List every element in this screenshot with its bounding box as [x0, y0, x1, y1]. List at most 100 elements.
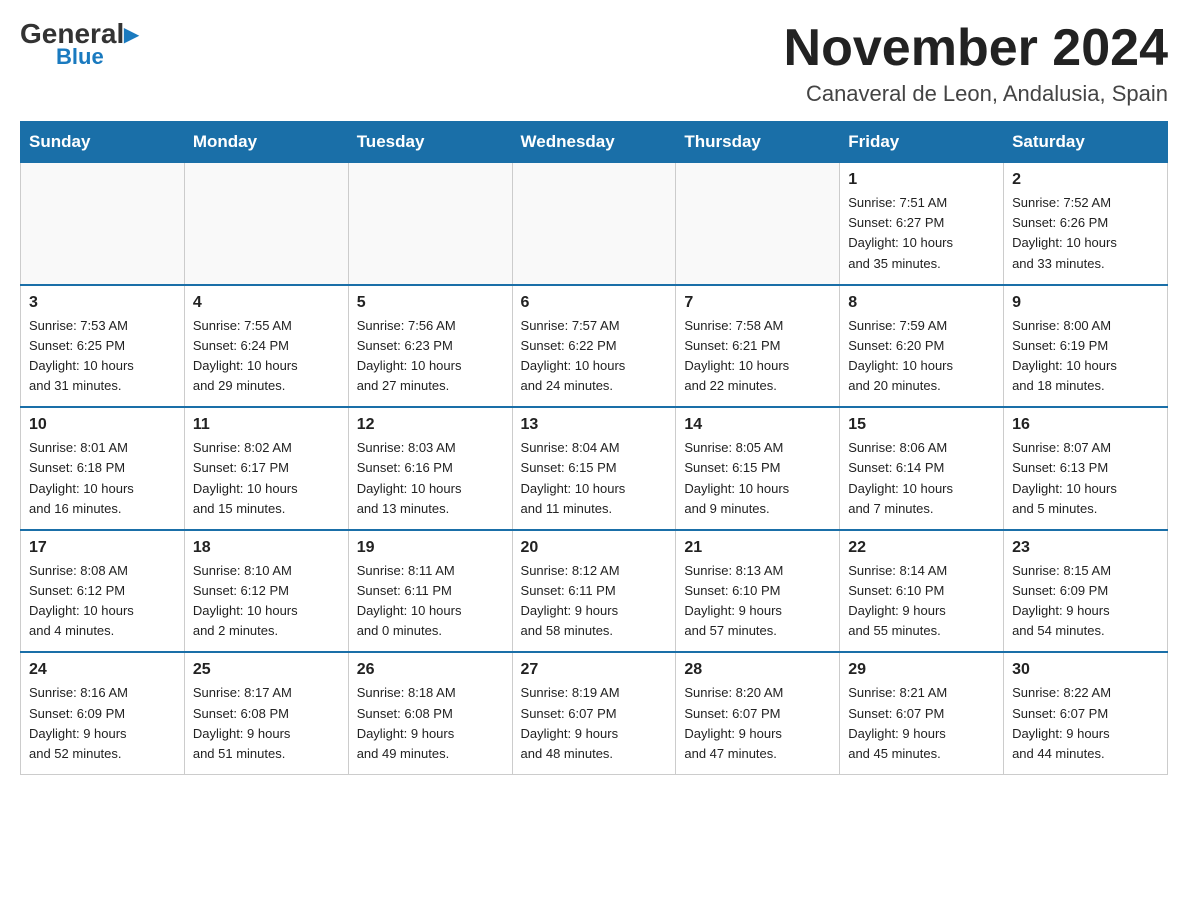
page-header: General▸ Blue November 2024 Canaveral de…	[20, 20, 1168, 107]
day-number: 7	[684, 294, 831, 312]
calendar-cell: 5Sunrise: 7:56 AMSunset: 6:23 PMDaylight…	[348, 285, 512, 408]
calendar-cell: 16 Sunrise: 8:07 AMSunset: 6:13 PMDayligh…	[1004, 407, 1168, 530]
day-number: 25	[193, 661, 340, 679]
day-number: 17	[29, 539, 176, 557]
day-of-week-header: Sunday	[21, 122, 185, 163]
calendar-cell	[676, 163, 840, 285]
day-number: 26	[357, 661, 504, 679]
calendar-cell: 28 Sunrise: 8:20 AMSunset: 6:07 PMDayligh…	[676, 652, 840, 774]
days-of-week-row: SundayMondayTuesdayWednesdayThursdayFrid…	[21, 122, 1168, 163]
day-info: Sunrise: 7:56 AMSunset: 6:23 PMDaylight:…	[357, 316, 504, 397]
calendar-cell: 12 Sunrise: 8:03 AMSunset: 6:16 PMDayligh…	[348, 407, 512, 530]
calendar-body: 1Sunrise: 7:51 AMSunset: 6:27 PMDaylight…	[21, 163, 1168, 775]
calendar-cell: 14 Sunrise: 8:05 AMSunset: 6:15 PMDayligh…	[676, 407, 840, 530]
day-info: Sunrise: 8:04 AMSunset: 6:15 PMDaylight:…	[521, 438, 668, 519]
calendar-header: SundayMondayTuesdayWednesdayThursdayFrid…	[21, 122, 1168, 163]
calendar-cell: 6 Sunrise: 7:57 AMSunset: 6:22 PMDaylight…	[512, 285, 676, 408]
day-of-week-header: Tuesday	[348, 122, 512, 163]
day-number: 8	[848, 294, 995, 312]
calendar-cell: 10Sunrise: 8:01 AMSunset: 6:18 PMDayligh…	[21, 407, 185, 530]
calendar-cell: 24 Sunrise: 8:16 AMSunset: 6:09 PMDayligh…	[21, 652, 185, 774]
day-info: Sunrise: 8:07 AMSunset: 6:13 PMDaylight:…	[1012, 438, 1159, 519]
calendar-cell	[348, 163, 512, 285]
day-info: Sunrise: 8:13 AMSunset: 6:10 PMDaylight:…	[684, 561, 831, 642]
calendar-week-row: 10Sunrise: 8:01 AMSunset: 6:18 PMDayligh…	[21, 407, 1168, 530]
calendar-cell: 22 Sunrise: 8:14 AMSunset: 6:10 PMDayligh…	[840, 530, 1004, 653]
day-number: 10	[29, 416, 176, 434]
day-number: 9	[1012, 294, 1159, 312]
day-of-week-header: Thursday	[676, 122, 840, 163]
calendar-cell: 2 Sunrise: 7:52 AMSunset: 6:26 PMDaylight…	[1004, 163, 1168, 285]
day-info: Sunrise: 8:05 AMSunset: 6:15 PMDaylight:…	[684, 438, 831, 519]
day-info: Sunrise: 7:51 AMSunset: 6:27 PMDaylight:…	[848, 193, 995, 274]
calendar-cell: 4 Sunrise: 7:55 AMSunset: 6:24 PMDaylight…	[184, 285, 348, 408]
day-number: 19	[357, 539, 504, 557]
calendar-week-row: 1Sunrise: 7:51 AMSunset: 6:27 PMDaylight…	[21, 163, 1168, 285]
day-number: 28	[684, 661, 831, 679]
calendar-table: SundayMondayTuesdayWednesdayThursdayFrid…	[20, 121, 1168, 775]
title-block: November 2024 Canaveral de Leon, Andalus…	[784, 20, 1168, 107]
day-of-week-header: Friday	[840, 122, 1004, 163]
day-number: 29	[848, 661, 995, 679]
day-info: Sunrise: 8:11 AMSunset: 6:11 PMDaylight:…	[357, 561, 504, 642]
day-info: Sunrise: 8:19 AMSunset: 6:07 PMDaylight:…	[521, 683, 668, 764]
day-number: 21	[684, 539, 831, 557]
day-info: Sunrise: 8:21 AMSunset: 6:07 PMDaylight:…	[848, 683, 995, 764]
day-number: 16	[1012, 416, 1159, 434]
day-number: 24	[29, 661, 176, 679]
calendar-cell: 3 Sunrise: 7:53 AMSunset: 6:25 PMDaylight…	[21, 285, 185, 408]
calendar-cell: 27Sunrise: 8:19 AMSunset: 6:07 PMDayligh…	[512, 652, 676, 774]
calendar-cell: 7Sunrise: 7:58 AMSunset: 6:21 PMDaylight…	[676, 285, 840, 408]
day-info: Sunrise: 8:18 AMSunset: 6:08 PMDaylight:…	[357, 683, 504, 764]
day-number: 11	[193, 416, 340, 434]
calendar-cell: 19 Sunrise: 8:11 AMSunset: 6:11 PMDayligh…	[348, 530, 512, 653]
calendar-cell: 29 Sunrise: 8:21 AMSunset: 6:07 PMDayligh…	[840, 652, 1004, 774]
day-info: Sunrise: 8:08 AMSunset: 6:12 PMDaylight:…	[29, 561, 176, 642]
day-info: Sunrise: 8:00 AMSunset: 6:19 PMDaylight:…	[1012, 316, 1159, 397]
day-info: Sunrise: 8:03 AMSunset: 6:16 PMDaylight:…	[357, 438, 504, 519]
day-info: Sunrise: 8:16 AMSunset: 6:09 PMDaylight:…	[29, 683, 176, 764]
calendar-cell: 13 Sunrise: 8:04 AMSunset: 6:15 PMDayligh…	[512, 407, 676, 530]
day-number: 2	[1012, 171, 1159, 189]
day-info: Sunrise: 8:14 AMSunset: 6:10 PMDaylight:…	[848, 561, 995, 642]
calendar-week-row: 24 Sunrise: 8:16 AMSunset: 6:09 PMDayligh…	[21, 652, 1168, 774]
day-number: 3	[29, 294, 176, 312]
calendar-cell	[21, 163, 185, 285]
calendar-cell: 9 Sunrise: 8:00 AMSunset: 6:19 PMDaylight…	[1004, 285, 1168, 408]
day-of-week-header: Wednesday	[512, 122, 676, 163]
day-info: Sunrise: 8:10 AMSunset: 6:12 PMDaylight:…	[193, 561, 340, 642]
day-info: Sunrise: 8:06 AMSunset: 6:14 PMDaylight:…	[848, 438, 995, 519]
location-subtitle: Canaveral de Leon, Andalusia, Spain	[784, 81, 1168, 107]
day-info: Sunrise: 8:17 AMSunset: 6:08 PMDaylight:…	[193, 683, 340, 764]
calendar-cell: 11 Sunrise: 8:02 AMSunset: 6:17 PMDayligh…	[184, 407, 348, 530]
day-number: 13	[521, 416, 668, 434]
day-number: 15	[848, 416, 995, 434]
calendar-cell: 17 Sunrise: 8:08 AMSunset: 6:12 PMDayligh…	[21, 530, 185, 653]
calendar-cell: 15 Sunrise: 8:06 AMSunset: 6:14 PMDayligh…	[840, 407, 1004, 530]
day-info: Sunrise: 7:55 AMSunset: 6:24 PMDaylight:…	[193, 316, 340, 397]
day-of-week-header: Monday	[184, 122, 348, 163]
day-info: Sunrise: 8:02 AMSunset: 6:17 PMDaylight:…	[193, 438, 340, 519]
day-of-week-header: Saturday	[1004, 122, 1168, 163]
day-number: 4	[193, 294, 340, 312]
day-info: Sunrise: 8:20 AMSunset: 6:07 PMDaylight:…	[684, 683, 831, 764]
calendar-week-row: 17 Sunrise: 8:08 AMSunset: 6:12 PMDayligh…	[21, 530, 1168, 653]
calendar-cell	[184, 163, 348, 285]
day-number: 6	[521, 294, 668, 312]
day-info: Sunrise: 8:22 AMSunset: 6:07 PMDaylight:…	[1012, 683, 1159, 764]
day-info: Sunrise: 7:53 AMSunset: 6:25 PMDaylight:…	[29, 316, 176, 397]
calendar-cell: 20Sunrise: 8:12 AMSunset: 6:11 PMDayligh…	[512, 530, 676, 653]
calendar-cell: 8 Sunrise: 7:59 AMSunset: 6:20 PMDaylight…	[840, 285, 1004, 408]
day-info: Sunrise: 8:12 AMSunset: 6:11 PMDaylight:…	[521, 561, 668, 642]
logo-blue-text: Blue	[56, 44, 104, 70]
calendar-cell: 18Sunrise: 8:10 AMSunset: 6:12 PMDayligh…	[184, 530, 348, 653]
calendar-cell: 23Sunrise: 8:15 AMSunset: 6:09 PMDayligh…	[1004, 530, 1168, 653]
day-number: 12	[357, 416, 504, 434]
day-number: 22	[848, 539, 995, 557]
day-info: Sunrise: 7:52 AMSunset: 6:26 PMDaylight:…	[1012, 193, 1159, 274]
calendar-cell: 25 Sunrise: 8:17 AMSunset: 6:08 PMDayligh…	[184, 652, 348, 774]
day-number: 14	[684, 416, 831, 434]
calendar-cell	[512, 163, 676, 285]
day-info: Sunrise: 7:59 AMSunset: 6:20 PMDaylight:…	[848, 316, 995, 397]
day-info: Sunrise: 7:57 AMSunset: 6:22 PMDaylight:…	[521, 316, 668, 397]
